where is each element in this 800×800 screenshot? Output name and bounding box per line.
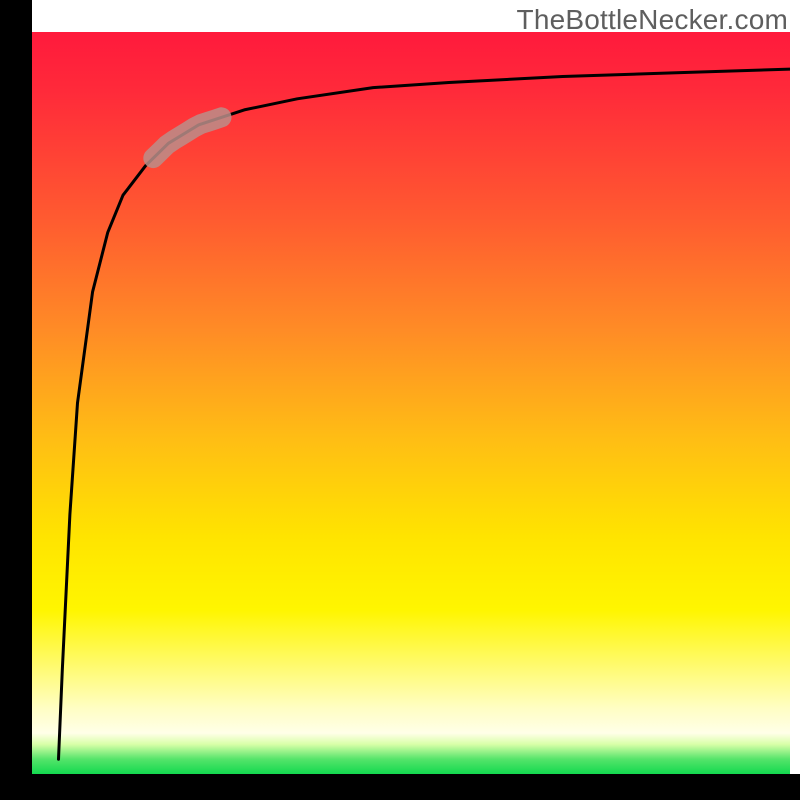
curve-layer [32, 32, 790, 774]
x-axis [0, 774, 800, 800]
bottleneck-curve [59, 69, 791, 759]
axis-corner [0, 0, 32, 32]
y-axis [0, 32, 32, 774]
plot-area [32, 32, 790, 774]
chart-stage: TheBottleNecker.com [0, 0, 800, 800]
watermark-text: TheBottleNecker.com [517, 4, 788, 36]
curve-highlight [153, 117, 221, 158]
